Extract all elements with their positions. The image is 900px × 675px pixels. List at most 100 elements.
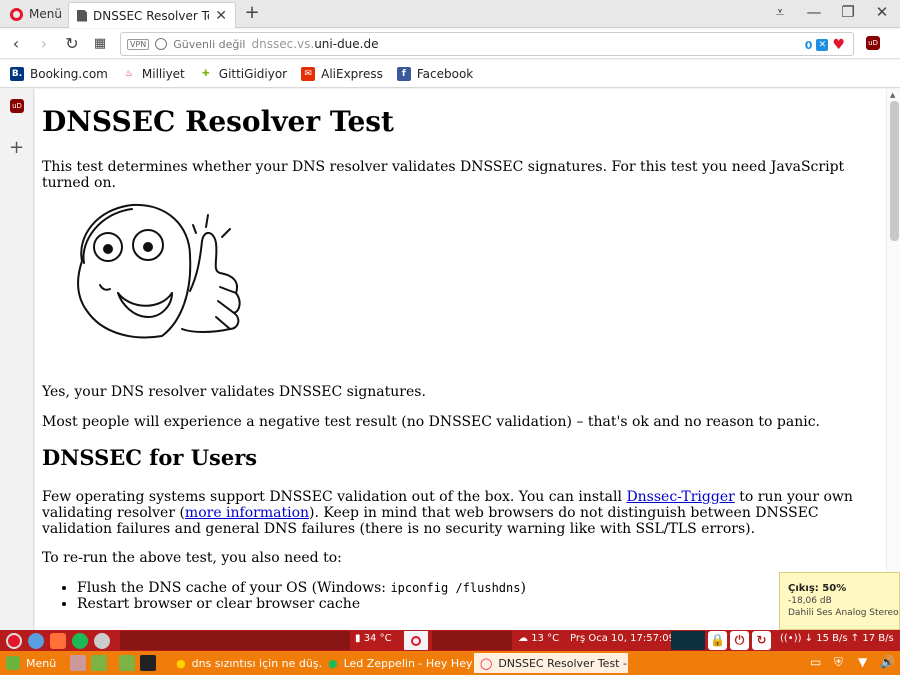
volume-icon[interactable]: 🔊 <box>880 655 895 669</box>
display-icon[interactable]: ▭ <box>810 655 821 669</box>
sidebar-ublock-icon[interactable]: uD <box>10 99 24 113</box>
terminal-icon[interactable] <box>140 655 157 671</box>
list-text: ) <box>520 580 526 596</box>
globe-icon <box>155 38 168 50</box>
url-domain: uni-due.de <box>314 37 379 51</box>
network-speed: ((•)) ↓ 15 B/s ↑ 17 B/s <box>780 633 894 644</box>
opera-launcher-icon[interactable] <box>6 632 22 649</box>
opera-menu-button[interactable]: Menü <box>4 3 68 25</box>
forward-icon[interactable]: › <box>34 34 54 54</box>
start-menu-button[interactable]: Menü <box>0 656 56 670</box>
spotify-launcher-icon[interactable] <box>72 632 88 649</box>
opera-logo-icon <box>10 7 23 21</box>
scroll-up-icon[interactable]: ▲ <box>890 91 895 99</box>
firefox-launcher-icon[interactable] <box>50 632 66 649</box>
wifi-icon[interactable]: ▼ <box>858 655 867 669</box>
opera-panel-icon[interactable] <box>404 631 428 650</box>
aliexpress-icon: ✉ <box>301 66 316 81</box>
users-paragraph: Few operating systems support DNSSEC val… <box>42 489 872 537</box>
tab-menu-icon[interactable]: ⩡ <box>770 3 790 21</box>
tab-title: DNSSEC Resolver Test <box>93 8 209 23</box>
dnssec-trigger-link[interactable]: Dnssec-Trigger <box>626 489 734 505</box>
document-icon <box>77 9 87 22</box>
bookmark-aliexpress[interactable]: ✉ AliExpress <box>301 66 383 81</box>
clock[interactable]: Prş Oca 10, 17:57:09 <box>570 633 675 644</box>
milliyet-icon: ♨ <box>121 66 136 81</box>
folder-icon[interactable] <box>119 655 136 671</box>
opera-task-icon: ◯ <box>480 656 493 670</box>
adblock-icon[interactable]: ✕ <box>816 39 829 51</box>
bottom-panel: Menü ● dns sızıntısı için ne düş... ● Led … <box>0 651 900 675</box>
url-text: dnssec.vs.uni-due.de <box>251 37 378 51</box>
heart-icon[interactable]: ♥ <box>832 37 845 53</box>
address-bar: ‹ › ↻ ▦ VPN Güvenli değil dnssec.vs.uni-… <box>0 29 900 59</box>
gittigidiyor-icon: ✚ <box>198 66 213 81</box>
back-icon[interactable]: ‹ <box>6 34 26 54</box>
page-title: DNSSEC Resolver Test <box>42 105 394 138</box>
tab-close-icon[interactable]: ✕ <box>215 8 227 24</box>
new-tab-button[interactable]: + <box>242 3 262 23</box>
page-scrollbar[interactable]: ▲ <box>886 89 900 630</box>
volume-output-level: Çıkış: 50% <box>788 583 847 594</box>
url-prefix: dnssec.vs. <box>251 37 315 51</box>
booking-icon: B. <box>10 66 24 81</box>
sidebar: uD + <box>0 89 34 630</box>
speed-dial-icon[interactable]: ▦ <box>90 34 110 54</box>
cpu-temp-value: 34 °C <box>363 633 392 644</box>
bookmark-gittigidiyor[interactable]: ✚ GittiGidiyor <box>198 66 288 81</box>
close-window-button[interactable]: ✕ <box>872 3 892 21</box>
panel-spacer <box>432 631 512 650</box>
reload-icon[interactable]: ↻ <box>62 34 82 54</box>
rerun-list: Flush the DNS cache of your OS (Windows:… <box>77 580 526 612</box>
lock-icon[interactable]: 🔒 <box>708 631 727 650</box>
page-content: DNSSEC Resolver Test This test determine… <box>35 89 886 630</box>
weather: ☁ 13 °C <box>518 633 560 644</box>
tracker-count: 0 <box>804 38 813 52</box>
note-text: Most people will experience a negative t… <box>42 414 820 430</box>
top-panel: ▮ 34 °C ☁ 13 °C Prş Oca 10, 17:57:09 🔒 ⏻… <box>0 630 900 651</box>
refresh-icon[interactable]: ↻ <box>752 631 771 650</box>
list-item: Flush the DNS cache of your OS (Windows:… <box>77 580 526 596</box>
minimize-button[interactable]: — <box>804 3 824 21</box>
vpn-badge[interactable]: VPN <box>127 38 150 50</box>
flushdns-code: ipconfig /flushdns <box>390 581 521 595</box>
volume-tooltip: Çıkış: 50% -18,06 dB Dahili Ses Analog S… <box>779 572 900 630</box>
rerun-text: To re-run the above test, you also need … <box>42 550 342 566</box>
spotify-icon: ● <box>328 656 338 670</box>
task-chrome[interactable]: ● dns sızıntısı için ne düş... <box>170 653 322 673</box>
tab-dnssec[interactable]: DNSSEC Resolver Test ✕ <box>68 2 236 28</box>
shield-icon[interactable]: ⛨ <box>834 655 843 670</box>
bookmark-label: AliExpress <box>321 66 383 81</box>
folder-quick-icon[interactable] <box>91 655 108 671</box>
security-label[interactable]: Güvenli değil <box>173 38 245 51</box>
restore-button[interactable]: ❐ <box>838 3 858 21</box>
finder-launcher-icon[interactable] <box>28 632 44 649</box>
bookmark-facebook[interactable]: f Facebook <box>396 66 473 81</box>
users-heading: DNSSEC for Users <box>42 445 258 470</box>
list-item: Restart browser or clear browser cache <box>77 596 526 612</box>
bookmark-booking[interactable]: B. Booking.com <box>10 66 108 81</box>
sidebar-add-icon[interactable]: + <box>9 137 24 158</box>
task-label: dns sızıntısı için ne düş... <box>191 656 322 670</box>
intro-text: This test determines whether your DNS re… <box>42 159 845 191</box>
tab-bar: Menü DNSSEC Resolver Test ✕ + ⩡ — ❐ ✕ <box>0 0 900 28</box>
menu-label: Menü <box>29 7 62 21</box>
bookmark-label: GittiGidiyor <box>218 66 288 81</box>
ublock-icon[interactable]: uD <box>866 36 880 50</box>
more-information-link[interactable]: more information <box>185 505 309 521</box>
settings-launcher-icon[interactable] <box>94 632 110 649</box>
files-quick-icon[interactable] <box>70 655 87 671</box>
panel-spacer <box>120 631 350 650</box>
power-icon[interactable]: ⏻ <box>730 631 749 650</box>
url-field[interactable]: VPN Güvenli değil dnssec.vs.uni-due.de 0… <box>120 32 854 56</box>
cpu-temp: ▮ 34 °C <box>355 633 392 644</box>
scroll-thumb[interactable] <box>890 101 899 241</box>
bookmark-label: Milliyet <box>141 66 185 81</box>
net-up-value: 17 B/s <box>862 633 894 644</box>
start-menu-label: Menü <box>26 656 57 670</box>
task-spotify[interactable]: ● Led Zeppelin - Hey Hey ... <box>322 653 472 673</box>
task-opera[interactable]: ◯ DNSSEC Resolver Test -... <box>474 653 628 673</box>
weather-value: 13 °C <box>531 633 560 644</box>
volume-db: -18,06 dB <box>788 596 832 606</box>
bookmark-milliyet[interactable]: ♨ Milliyet <box>121 66 185 81</box>
